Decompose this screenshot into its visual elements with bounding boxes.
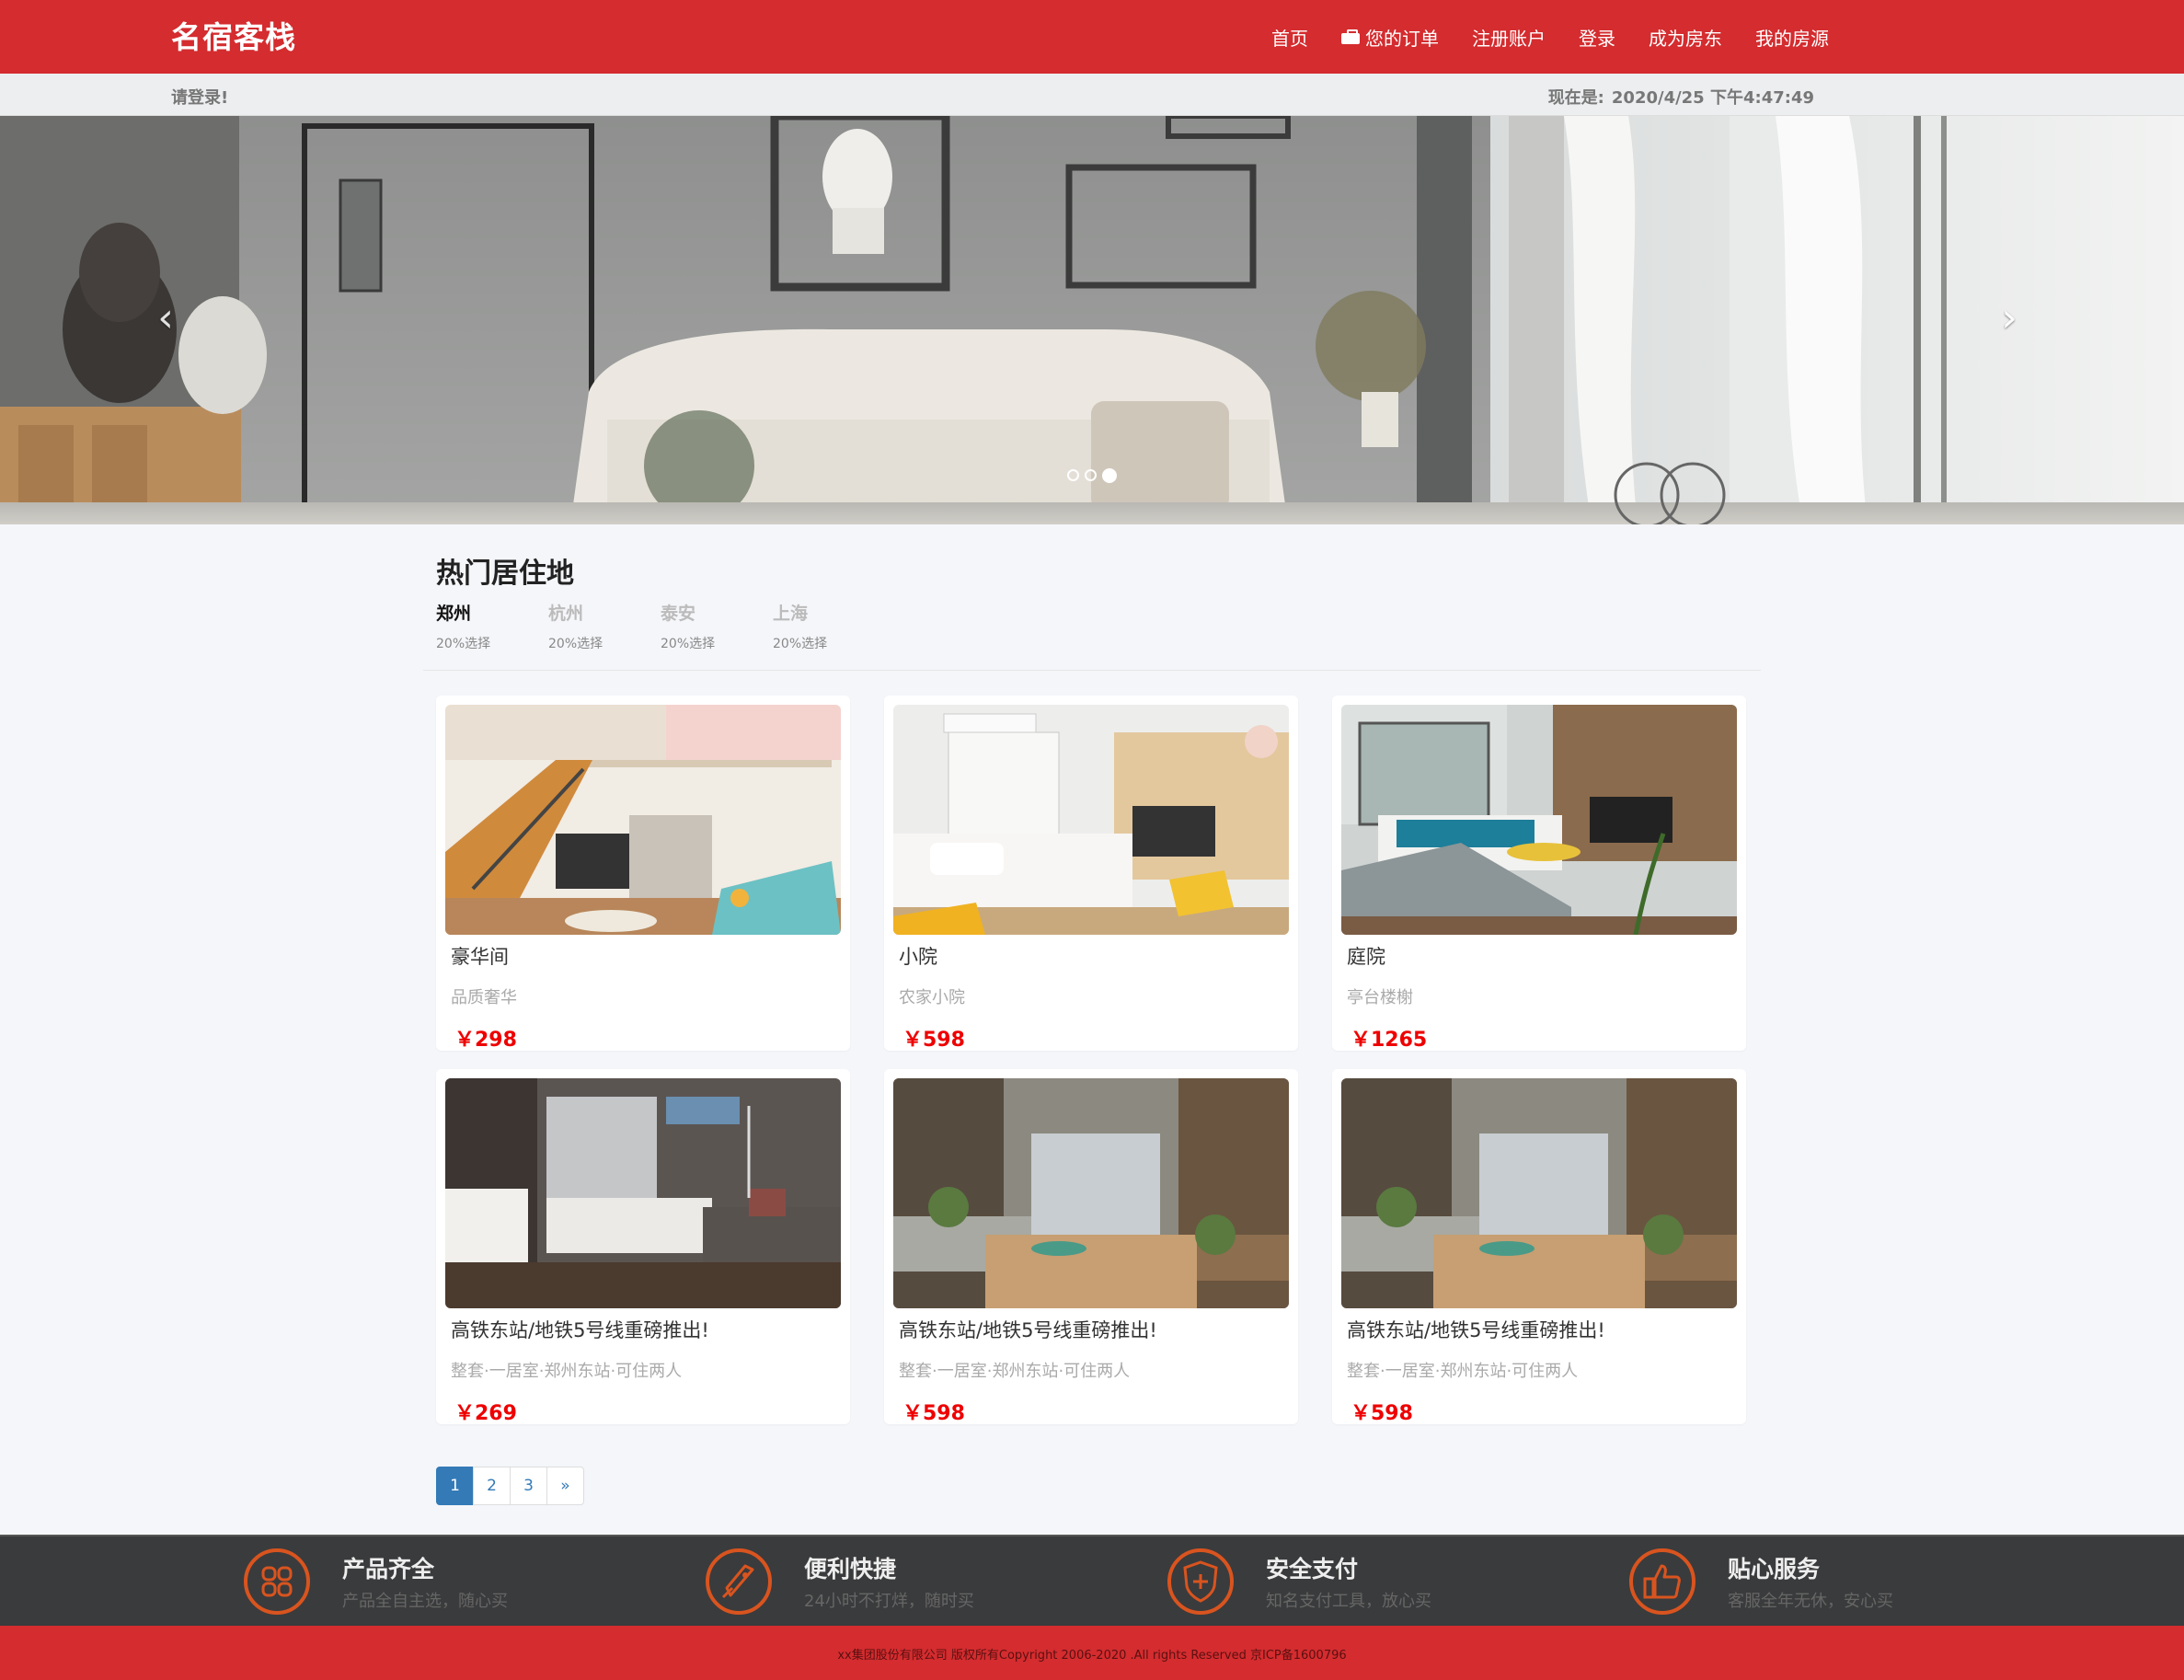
current-time-label: 现在是:: [1547, 88, 1604, 108]
page-2-button[interactable]: 2: [473, 1467, 511, 1505]
carousel-prev-chevron-icon[interactable]: ‹: [147, 298, 184, 339]
listing-title: 高铁东站/地铁5号线重磅推出!: [1347, 1319, 1605, 1341]
listing-price: ￥598: [1351, 1402, 1413, 1425]
feature-subtitle: 知名支付工具，放心买: [1266, 1592, 1431, 1611]
nav-login[interactable]: 登录: [1579, 24, 1615, 51]
listing-title: 高铁东站/地铁5号线重磅推出!: [899, 1319, 1157, 1341]
city-name: 上海: [773, 604, 809, 624]
city-share: 20%选择: [661, 637, 716, 651]
carousel-dot-2[interactable]: [1085, 469, 1097, 481]
nav-home[interactable]: 首页: [1271, 24, 1308, 51]
listing-subtitle: 整套·一居室·郑州东站·可住两人: [899, 1362, 1131, 1381]
listing-photo[interactable]: [893, 1078, 1289, 1308]
city-name: 泰安: [661, 604, 696, 624]
listing-price: ￥1265: [1351, 1029, 1428, 1052]
listing-subtitle: 整套·一居室·郑州东站·可住两人: [451, 1362, 683, 1381]
nav-orders-label: 您的订单: [1365, 27, 1439, 50]
city-name: 杭州: [548, 604, 584, 624]
listing-card[interactable]: 高铁东站/地铁5号线重磅推出! 整套·一居室·郑州东站·可住两人 ￥269: [436, 1069, 850, 1425]
listing-price: ￥598: [902, 1402, 965, 1425]
carousel-indicators: [1067, 468, 1117, 483]
thumbs-up-icon: [1629, 1548, 1695, 1615]
hero-carousel: ‹ ›: [0, 116, 2184, 524]
hero-slide-image: [0, 116, 2184, 524]
features-bar: 产品齐全 产品全自主选，随心买 便利快捷 24小时不打烊，随时买 安全支付 知名…: [0, 1535, 2184, 1626]
section-title: 热门居住地: [436, 558, 574, 590]
feature-subtitle: 24小时不打烊，随时买: [804, 1592, 974, 1611]
listing-price: ￥269: [454, 1402, 517, 1425]
feature-subtitle: 客服全年无休，安心买: [1728, 1592, 1893, 1611]
city-share: 20%选择: [436, 637, 491, 651]
listing-photo[interactable]: [445, 705, 841, 935]
city-tab-zhengzhou[interactable]: 郑州 20%选择: [436, 600, 548, 652]
grid-icon: [244, 1548, 310, 1615]
page-1-button[interactable]: 1: [436, 1467, 474, 1505]
listing-photo[interactable]: [1341, 1078, 1737, 1308]
current-time: 现在是: 2020/4/25 下午4:47:49: [1548, 85, 1814, 109]
status-bar: 请登录! 现在是: 2020/4/25 下午4:47:49: [0, 74, 2184, 116]
listing-subtitle: 亭台楼榭: [1347, 988, 1413, 1007]
carousel-next-chevron-icon[interactable]: ›: [1991, 298, 2028, 339]
feature-title: 安全支付: [1266, 1556, 1359, 1582]
listing-photo[interactable]: [445, 1078, 841, 1308]
main-nav: 首页 您的订单 注册账户 登录 成为房东 我的房源: [1271, 0, 1829, 74]
listing-price: ￥298: [454, 1029, 517, 1052]
nav-orders[interactable]: 您的订单: [1341, 24, 1439, 51]
listing-subtitle: 整套·一居室·郑州东站·可住两人: [1347, 1362, 1579, 1381]
listing-subtitle: 品质奢华: [451, 988, 517, 1007]
nav-my-listings[interactable]: 我的房源: [1755, 24, 1829, 51]
next-page-button[interactable]: »: [546, 1467, 584, 1505]
copyright-text: xx集团股份有限公司 版权所有Copyright 2006-2020 .All …: [837, 1649, 1347, 1663]
listing-card[interactable]: 庭院 亭台楼榭 ￥1265: [1332, 696, 1746, 1052]
feature-title: 产品齐全: [342, 1556, 435, 1582]
feature-title: 贴心服务: [1728, 1556, 1821, 1582]
listing-title: 小院: [899, 946, 937, 968]
shield-icon: [1167, 1548, 1234, 1615]
listing-card[interactable]: 豪华间 品质奢华 ￥298: [436, 696, 850, 1052]
listing-card[interactable]: 小院 农家小院 ￥598: [884, 696, 1298, 1052]
section-divider: [423, 670, 1761, 671]
current-time-value: 2020/4/25 下午4:47:49: [1611, 88, 1814, 108]
listing-subtitle: 农家小院: [899, 988, 965, 1007]
city-tab-shanghai[interactable]: 上海 20%选择: [773, 600, 885, 652]
listing-grid: 豪华间 品质奢华 ￥298 小院 农家小院 ￥598 庭院 亭台楼榭 ￥1265…: [436, 696, 1750, 1425]
city-name: 郑州: [436, 604, 472, 624]
nav-become-host[interactable]: 成为房东: [1649, 24, 1722, 51]
listing-title: 高铁东站/地铁5号线重磅推出!: [451, 1319, 709, 1341]
carousel-dot-1[interactable]: [1067, 469, 1079, 481]
rocket-icon: [706, 1548, 772, 1615]
city-tab-hangzhou[interactable]: 杭州 20%选择: [548, 600, 661, 652]
city-share: 20%选择: [773, 637, 828, 651]
listing-title: 豪华间: [451, 946, 509, 968]
listing-card[interactable]: 高铁东站/地铁5号线重磅推出! 整套·一居室·郑州东站·可住两人 ￥598: [1332, 1069, 1746, 1425]
city-tab-taian[interactable]: 泰安 20%选择: [661, 600, 773, 652]
listing-price: ￥598: [902, 1029, 965, 1052]
listing-photo[interactable]: [1341, 705, 1737, 935]
listing-card[interactable]: 高铁东站/地铁5号线重磅推出! 整套·一居室·郑州东站·可住两人 ￥598: [884, 1069, 1298, 1425]
feature-title: 便利快捷: [804, 1556, 897, 1582]
brand-logo[interactable]: 名宿客栈: [171, 13, 296, 57]
footer: xx集团股份有限公司 版权所有Copyright 2006-2020 .All …: [0, 1626, 2184, 1680]
briefcase-icon: [1341, 29, 1360, 44]
city-tabs: 郑州 20%选择 杭州 20%选择 泰安 20%选择 上海 20%选择: [436, 600, 885, 652]
feature-subtitle: 产品全自主选，随心买: [342, 1592, 508, 1611]
top-navbar: 名宿客栈 首页 您的订单 注册账户 登录 成为房东 我的房源: [0, 0, 2184, 74]
nav-register[interactable]: 注册账户: [1472, 24, 1546, 51]
city-share: 20%选择: [548, 637, 603, 651]
pagination: 1 2 3 »: [436, 1467, 584, 1505]
listing-title: 庭院: [1347, 946, 1385, 968]
page-3-button[interactable]: 3: [510, 1467, 547, 1505]
carousel-dot-3[interactable]: [1102, 468, 1117, 483]
listing-photo[interactable]: [893, 705, 1289, 935]
login-hint[interactable]: 请登录!: [171, 85, 228, 109]
